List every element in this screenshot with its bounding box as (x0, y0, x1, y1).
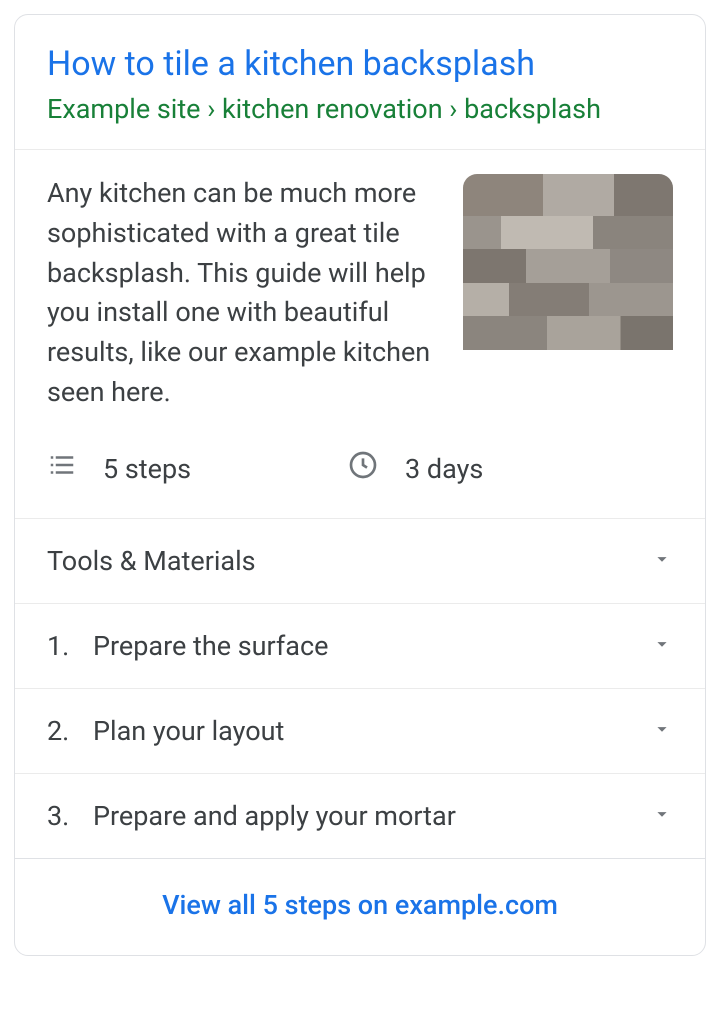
description-text: Any kitchen can be much more sophisticat… (47, 174, 441, 414)
chevron-down-icon (651, 545, 673, 577)
chevron-down-icon (651, 800, 673, 832)
chevron-down-icon (651, 630, 673, 662)
chevron-down-icon (651, 715, 673, 747)
step-label: Plan your layout (93, 715, 284, 747)
summary-section: Any kitchen can be much more sophisticat… (15, 150, 705, 442)
footer: View all 5 steps on example.com (15, 858, 705, 955)
result-title[interactable]: How to tile a kitchen backsplash (47, 43, 673, 86)
step-row-2[interactable]: 2. Plan your layout (15, 688, 705, 773)
meta-row: 5 steps 3 days (15, 441, 705, 518)
steps-label: 5 steps (103, 453, 191, 485)
howto-card: How to tile a kitchen backsplash Example… (14, 14, 706, 956)
header: How to tile a kitchen backsplash Example… (15, 15, 705, 127)
step-label: Prepare and apply your mortar (93, 800, 456, 832)
step-row-1[interactable]: 1. Prepare the surface (15, 603, 705, 688)
duration-label: 3 days (405, 453, 483, 485)
breadcrumb[interactable]: Example site › kitchen renovation › back… (47, 92, 673, 127)
accordion-label: Tools & Materials (47, 545, 256, 577)
step-number: 2. (47, 715, 75, 747)
clock-icon (347, 449, 379, 488)
step-number: 1. (47, 630, 75, 662)
list-icon (47, 450, 77, 487)
step-row-3[interactable]: 3. Prepare and apply your mortar (15, 773, 705, 858)
accordion-tools[interactable]: Tools & Materials (15, 518, 705, 603)
thumbnail-image[interactable] (463, 174, 673, 384)
step-number: 3. (47, 800, 75, 832)
duration-meta: 3 days (347, 449, 483, 488)
step-label: Prepare the surface (93, 630, 328, 662)
steps-meta: 5 steps (47, 450, 347, 487)
view-all-link[interactable]: View all 5 steps on example.com (162, 889, 558, 921)
